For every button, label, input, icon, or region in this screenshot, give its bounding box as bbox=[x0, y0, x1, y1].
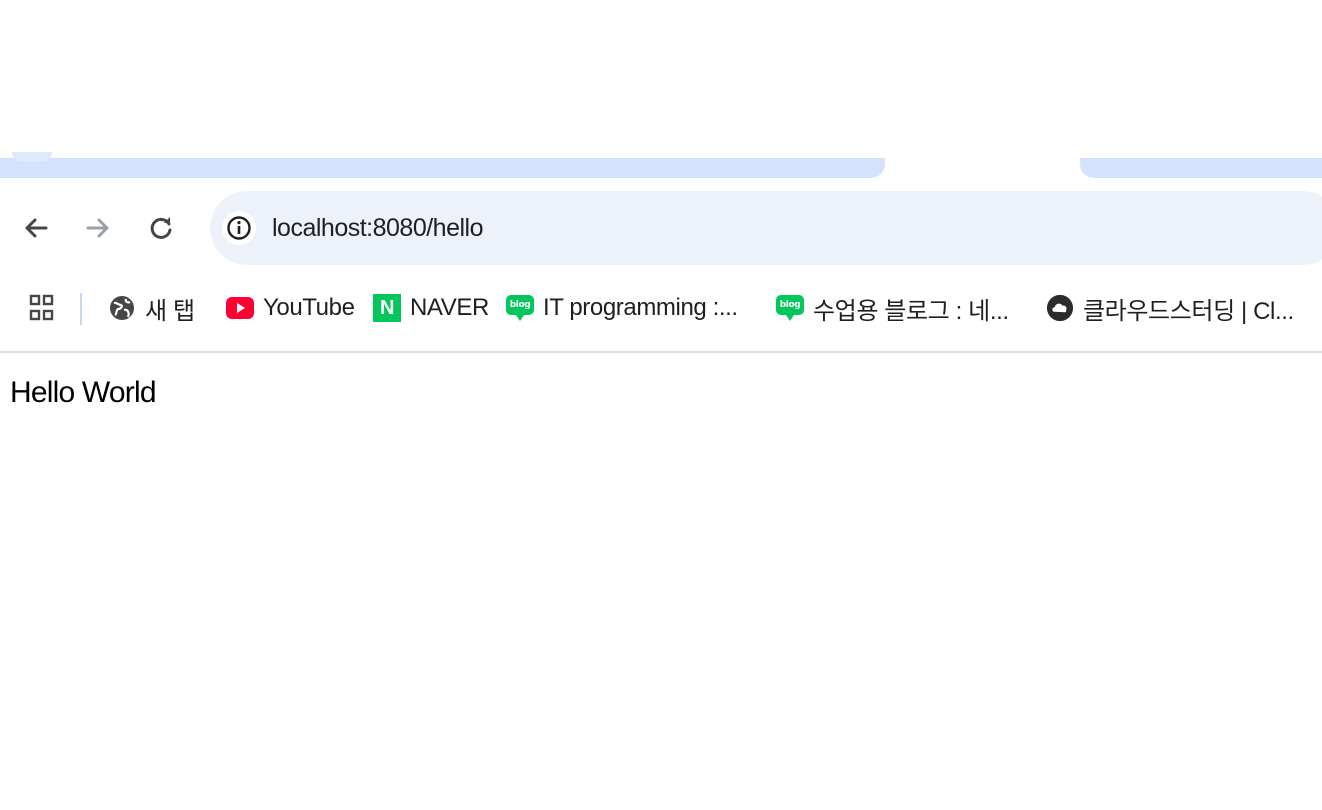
toolbar-divider bbox=[0, 351, 1322, 353]
bookmark-label: 클라우드스터딩 | Cl... bbox=[1083, 297, 1294, 325]
tab-strip-left bbox=[0, 152, 885, 178]
info-icon bbox=[227, 216, 251, 240]
page-body-text: Hello World bbox=[10, 376, 157, 409]
bookmark-youtube[interactable]: YouTube bbox=[226, 287, 355, 329]
address-bar[interactable]: localhost:8080/hello bbox=[210, 191, 1322, 265]
blog-icon: blog bbox=[506, 294, 534, 322]
url-text[interactable]: localhost:8080/hello bbox=[272, 210, 484, 246]
back-button[interactable] bbox=[18, 210, 54, 246]
site-info-button[interactable] bbox=[222, 211, 256, 245]
forward-arrow-icon bbox=[86, 218, 109, 238]
bookmark-it-programming[interactable]: blog IT programming :... bbox=[506, 287, 738, 329]
naver-icon-letter: N bbox=[373, 294, 401, 322]
reload-button[interactable] bbox=[143, 210, 179, 246]
bookmark-cloud-studying[interactable]: 클라우드스터딩 | Cl... bbox=[1046, 287, 1294, 329]
youtube-icon bbox=[226, 294, 254, 322]
tab-strip-right bbox=[1080, 158, 1322, 178]
bookmark-class-blog[interactable]: blog 수업용 블로그 : 네... bbox=[776, 287, 1009, 329]
tab-strip bbox=[0, 152, 1322, 180]
blog-icon-text: blog bbox=[779, 300, 801, 310]
bookmarks-separator bbox=[80, 293, 82, 325]
bookmark-new-tab[interactable]: 새 탭 bbox=[108, 287, 195, 329]
forward-button[interactable] bbox=[80, 210, 116, 246]
bookmark-label: YouTube bbox=[263, 294, 355, 321]
browser-toolbar: localhost:8080/hello 새 탭 YouTube N NAVER… bbox=[0, 180, 1322, 350]
globe-icon bbox=[108, 294, 136, 322]
bookmark-label: IT programming :... bbox=[543, 294, 738, 321]
bookmarks-bar: 새 탭 YouTube N NAVER blog IT programming … bbox=[0, 287, 1322, 329]
bookmark-naver[interactable]: N NAVER bbox=[373, 287, 489, 329]
bookmark-label: NAVER bbox=[410, 294, 489, 321]
reload-icon bbox=[150, 217, 172, 239]
naver-icon: N bbox=[373, 294, 401, 322]
bookmark-label: 수업용 블로그 : 네... bbox=[813, 297, 1009, 325]
blog-icon: blog bbox=[776, 294, 804, 322]
apps-grid-icon bbox=[29, 294, 54, 321]
back-arrow-icon bbox=[25, 218, 48, 238]
tab-strip-knob bbox=[12, 152, 52, 162]
apps-button[interactable] bbox=[28, 287, 56, 329]
blog-icon-text: blog bbox=[509, 300, 531, 310]
cloud-icon bbox=[1046, 294, 1074, 322]
bookmark-label: 새 탭 bbox=[145, 297, 195, 325]
